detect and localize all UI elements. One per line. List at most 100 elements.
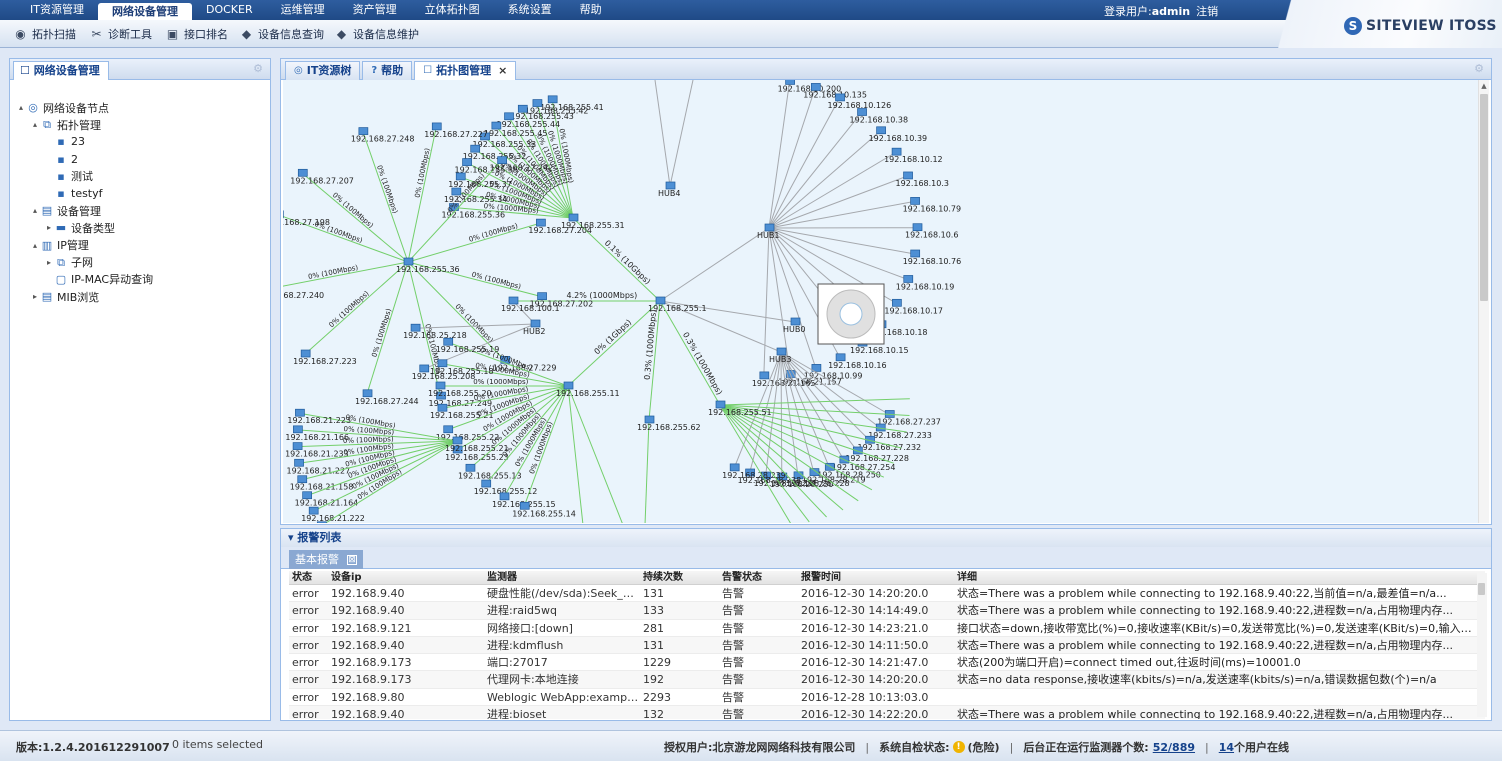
switch-icon[interactable]	[410, 323, 421, 332]
switch-icon[interactable]	[876, 126, 886, 135]
switch-icon[interactable]	[665, 181, 676, 190]
switch-icon[interactable]	[462, 158, 472, 166]
left-panel-tab[interactable]: ☐ 网络设备管理	[13, 61, 109, 80]
alarm-scrollbar[interactable]	[1477, 573, 1487, 717]
switch-icon[interactable]	[497, 156, 507, 164]
column-header[interactable]: 设备ip	[328, 571, 484, 584]
switch-icon[interactable]	[452, 436, 463, 445]
s31-leaf[interactable]	[547, 95, 558, 104]
tree-node[interactable]: ▴ ⧉ 拓扑管理	[16, 116, 266, 133]
s21-leaf[interactable]	[316, 521, 327, 523]
nav-item-5[interactable]: 立体拓扑图	[411, 0, 494, 20]
expand-arrow-icon[interactable]: ▴	[30, 120, 40, 129]
expand-arrow-icon[interactable]: ▴	[30, 206, 40, 215]
monitors-link[interactable]: 52/889	[1153, 741, 1195, 754]
switch-icon[interactable]	[517, 104, 528, 113]
s11-leaf[interactable]	[481, 479, 492, 488]
hub1-leaf[interactable]	[903, 171, 913, 180]
gear-icon[interactable]: ⚙	[1473, 63, 1485, 75]
column-header[interactable]: 持续次数	[640, 571, 719, 584]
table-row[interactable]: error 192.168.9.173 端口:27017 1229 告警 2016-12-…	[289, 654, 1485, 672]
core-router-node[interactable]	[655, 296, 666, 305]
switch-icon[interactable]	[403, 257, 414, 266]
switch-node[interactable]	[644, 415, 655, 424]
switch-icon[interactable]	[764, 223, 775, 232]
online-users-link[interactable]: 14	[1219, 741, 1234, 754]
hub1-leaf[interactable]	[892, 298, 902, 307]
switch-icon[interactable]	[292, 442, 303, 450]
hub3-leaf[interactable]	[729, 463, 740, 472]
switch-icon[interactable]	[903, 275, 914, 283]
s11-leaf[interactable]	[435, 381, 446, 390]
table-row[interactable]: error 192.168.9.40 进程:kdmflush 131 告警 2016-12…	[289, 636, 1485, 655]
s11-leaf[interactable]	[465, 463, 476, 472]
nav-item-3[interactable]: 运维管理	[267, 0, 339, 20]
switch-icon[interactable]	[715, 400, 726, 409]
hub2-leaf[interactable]	[419, 364, 430, 373]
expand-arrow-icon[interactable]: ▴	[30, 241, 40, 250]
switch-icon[interactable]	[644, 415, 655, 424]
column-header[interactable]: 状态	[289, 571, 328, 584]
s21-leaf[interactable]	[294, 458, 304, 467]
hub1-leaf[interactable]	[759, 371, 770, 380]
switch-icon[interactable]	[655, 296, 666, 305]
switch-node[interactable]	[715, 400, 726, 409]
toolbar-button-4[interactable]: ◆ 设备信息维护	[333, 25, 419, 43]
expand-arrow-icon[interactable]: ▸	[30, 292, 40, 301]
tree-node[interactable]: ▪ 23	[16, 133, 266, 150]
hub1-leaf[interactable]	[910, 249, 921, 258]
nav-item-7[interactable]: 帮助	[566, 0, 616, 20]
tree-node[interactable]: ▸ ⧉ 子网	[16, 254, 266, 271]
switch-icon[interactable]	[903, 171, 913, 180]
s21-leaf[interactable]	[297, 475, 308, 484]
switch-icon[interactable]	[297, 168, 308, 177]
table-row[interactable]: error 192.168.9.40 进程:raid5wq 133 告警 2016-12-…	[289, 602, 1485, 620]
switch-icon[interactable]	[300, 349, 311, 358]
s21-leaf[interactable]	[293, 425, 303, 434]
tree-node[interactable]: ▸ ▬ 设备类型	[16, 219, 266, 236]
table-row[interactable]: error 192.168.9.173 代理网卡:本地连接 192 告警 2016-12-…	[289, 671, 1485, 689]
alarm-header[interactable]: ▾ 报警列表	[281, 529, 1491, 547]
switch-icon[interactable]	[790, 317, 801, 326]
hub1-leaf[interactable]	[835, 353, 846, 362]
s31-leaf[interactable]	[455, 172, 466, 181]
switch-icon[interactable]	[910, 197, 920, 205]
tab-1[interactable]: ? 帮助	[362, 61, 413, 80]
switch-icon[interactable]	[547, 95, 558, 104]
switch-icon[interactable]	[465, 463, 476, 472]
switch-icon[interactable]	[532, 99, 543, 107]
switch-node[interactable]	[403, 257, 414, 266]
hub-node[interactable]	[776, 347, 787, 356]
tree-node[interactable]: ▢ IP-MAC异动查询	[16, 271, 266, 288]
switch-icon[interactable]	[481, 479, 492, 488]
s31-leaf[interactable]	[532, 99, 543, 107]
switch-icon[interactable]	[431, 122, 442, 131]
s31-leaf[interactable]	[491, 121, 502, 130]
switch-icon[interactable]	[491, 121, 502, 130]
gear-icon[interactable]: ⚙	[252, 63, 264, 75]
s11-leaf[interactable]	[443, 425, 454, 434]
tab-basic-alarm[interactable]: 基本报警 ⊠	[289, 550, 363, 569]
column-header[interactable]: 监测器	[484, 571, 640, 584]
s36-leaf[interactable]	[297, 168, 308, 177]
tree-node[interactable]: ▸ ▤ MIB浏览	[16, 288, 266, 305]
switch-node[interactable]	[563, 381, 574, 390]
table-row[interactable]: error 192.168.9.80 Weblogic WebApp:example…	[289, 689, 1485, 707]
switch-icon[interactable]	[910, 249, 921, 258]
switch-node[interactable]	[452, 436, 463, 445]
column-header[interactable]: 告警状态	[719, 571, 798, 584]
column-header[interactable]: 详细	[954, 571, 1474, 584]
logout-link[interactable]: 注销	[1196, 5, 1218, 18]
switch-icon[interactable]	[443, 425, 454, 434]
switch-icon[interactable]	[294, 458, 304, 467]
switch-icon[interactable]	[308, 506, 319, 515]
switch-icon[interactable]	[470, 144, 481, 153]
hub-node[interactable]	[790, 317, 801, 326]
switch-node[interactable]	[568, 213, 579, 222]
s21-leaf[interactable]	[292, 442, 303, 450]
switch-icon[interactable]	[297, 475, 308, 484]
hub1-leaf[interactable]	[891, 147, 902, 156]
table-row[interactable]: error 192.168.9.40 硬盘性能(/dev/sda):Seek_Err…	[289, 585, 1485, 603]
scroll-up-icon[interactable]: ▲	[1480, 82, 1488, 90]
switch-icon[interactable]	[912, 223, 923, 232]
